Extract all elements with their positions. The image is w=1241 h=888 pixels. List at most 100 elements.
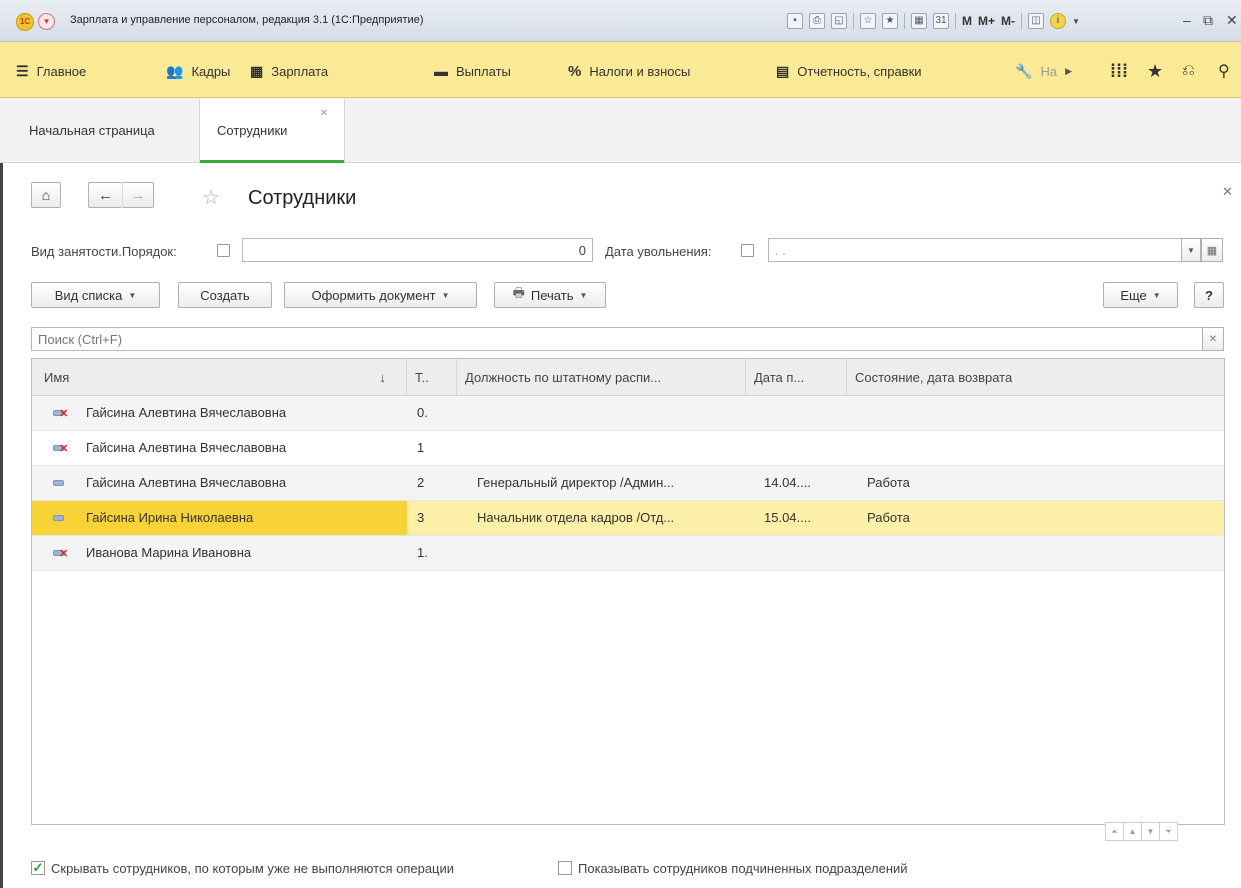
all-functions-icon[interactable]: ⁞⁞⁞ (1110, 61, 1128, 81)
employees-table: Имя ↓ Т.. Должность по штатному распи...… (31, 358, 1225, 825)
create-button[interactable]: Создать (178, 282, 272, 308)
chevron-down-icon: ▼ (1187, 245, 1195, 255)
tab-home[interactable]: Начальная страница (0, 98, 199, 162)
employee-dismissed-icon: ✕ (53, 409, 68, 420)
tab-employees[interactable]: Сотрудники ✕ (199, 98, 345, 163)
favorite-star-icon[interactable]: ☆ (202, 185, 220, 210)
list-view-button[interactable]: Вид списка ▼ (31, 282, 160, 308)
memory-m-button[interactable]: M (962, 14, 972, 28)
arrow-left-icon: ← (98, 186, 113, 204)
memory-mminus-button[interactable]: M- (1001, 14, 1015, 28)
search-clear-button[interactable]: ✕ (1202, 327, 1224, 351)
window-title: Зарплата и управление персоналом, редакц… (70, 14, 424, 26)
wrench-icon: 🔧 (1015, 62, 1033, 79)
calculator-icon[interactable]: ▦ (911, 13, 927, 29)
employee-dismissed-icon: ✕ (53, 444, 68, 455)
toolbar-separator (904, 13, 905, 29)
filter-employment-field[interactable]: 0 (242, 238, 593, 262)
form-close-icon[interactable]: ✕ (1222, 184, 1233, 200)
titlebar-tools: ▪ ⎙ ◱ ☆ ★ ▦ 31 M M+ M- ◫ i ▼ (787, 11, 1080, 31)
minimize-icon[interactable]: – (1183, 12, 1191, 28)
favorites-star-icon[interactable]: ★ (1147, 61, 1163, 81)
history-icon[interactable]: ⎌ (1182, 62, 1195, 80)
hide-inactive-option[interactable]: ✓ Скрывать сотрудников, по которым уже н… (31, 859, 454, 877)
dismissal-calendar-button[interactable]: ▦ (1201, 238, 1223, 262)
cell-name: Гайсина Алевтина Вячеславовна (86, 475, 287, 490)
cell-name: Гайсина Ирина Николаевна (86, 510, 254, 525)
nav-salary[interactable]: ▦ Зарплата (250, 62, 328, 80)
cell-position (457, 431, 746, 465)
print-icon[interactable]: ⎙ (809, 13, 825, 29)
column-header-name[interactable]: Имя ↓ (32, 359, 407, 396)
employee-icon (53, 480, 64, 486)
chevron-down-icon: ▼ (441, 290, 450, 300)
cell-date (746, 396, 847, 430)
cell-state (847, 536, 1224, 570)
nav-reports-label: Отчетность, справки (797, 63, 922, 79)
list-view-label: Вид списка (54, 287, 123, 303)
sort-desc-icon: ↓ (379, 370, 387, 385)
calendar-icon[interactable]: 31 (933, 13, 949, 29)
nav-personnel[interactable]: 👥 Кадры (166, 62, 230, 80)
info-dropdown-icon[interactable]: ▼ (1072, 17, 1080, 26)
column-header-position[interactable]: Должность по штатному распи... (457, 359, 746, 396)
help-button[interactable]: ? (1194, 282, 1224, 308)
cell-state (847, 396, 1224, 430)
scroll-up-icon[interactable]: ▲ (1123, 822, 1142, 841)
forward-button[interactable]: → (122, 182, 154, 208)
memory-mplus-button[interactable]: M+ (978, 14, 995, 28)
home-button[interactable]: ⌂ (31, 182, 61, 208)
cell-date (746, 536, 847, 570)
table-row-selected[interactable]: Гайсина Ирина Николаевна 3 Начальник отд… (32, 501, 1224, 536)
make-document-label: Оформить документ (311, 287, 436, 303)
hide-inactive-checkbox[interactable]: ✓ (31, 861, 45, 875)
table-row[interactable]: Гайсина Алевтина Вячеславовна 2 Генераль… (32, 466, 1224, 501)
scroll-to-bottom-icon[interactable]: ⏷ (1159, 822, 1178, 841)
filter-employment-value: 0 (578, 242, 586, 258)
back-button[interactable]: ← (88, 182, 122, 208)
tab-close-icon[interactable]: ✕ (320, 108, 328, 119)
nav-main[interactable]: ☰ Главное (16, 62, 86, 80)
dismissal-dropdown-button[interactable]: ▼ (1181, 238, 1201, 262)
column-header-date-label: Дата п... (754, 370, 805, 385)
filter-dismissal-field[interactable]: . . (768, 238, 1201, 262)
filter-employment-checkbox[interactable] (217, 244, 230, 257)
favorites-icon[interactable]: ★ (882, 13, 898, 29)
column-header-t[interactable]: Т.. (407, 359, 457, 396)
nav-taxes[interactable]: % Налоги и взносы (568, 62, 690, 80)
page-title: Сотрудники (248, 187, 357, 209)
cell-position: Генеральный директор /Админ... (477, 475, 675, 490)
cell-date (746, 431, 847, 465)
column-header-date[interactable]: Дата п... (746, 359, 847, 396)
scroll-to-top-icon[interactable]: ⏶ (1105, 822, 1124, 841)
scroll-down-icon[interactable]: ▼ (1141, 822, 1160, 841)
restore-icon[interactable]: ⧉ (1203, 12, 1213, 29)
nav-reports[interactable]: ▤ Отчетность, справки (776, 62, 922, 80)
close-window-icon[interactable]: ✕ (1226, 12, 1238, 29)
nav-settings[interactable]: 🔧 На ▶ (1015, 62, 1072, 80)
preview-icon[interactable]: ◱ (831, 13, 847, 29)
add-favorite-icon[interactable]: ☆ (860, 13, 876, 29)
tab-home-label: Начальная страница (29, 123, 155, 138)
table-header: Имя ↓ Т.. Должность по штатному распи...… (32, 359, 1224, 396)
nav-payments[interactable]: ▬ Выплаты (434, 62, 511, 80)
show-subordinate-option[interactable]: Показывать сотрудников подчиненных подра… (558, 859, 908, 877)
nav-scroll-right-icon[interactable]: ▶ (1065, 66, 1072, 77)
cell-t: 1. (417, 545, 428, 560)
search-icon[interactable]: ⚲ (1218, 62, 1230, 80)
column-header-state[interactable]: Состояние, дата возврата (847, 359, 1224, 396)
window-layout-icon[interactable]: ◫ (1028, 13, 1045, 29)
print-button[interactable]: 🖶 Печать ▼ (494, 282, 606, 308)
make-document-button[interactable]: Оформить документ ▼ (284, 282, 477, 308)
main-menu-button[interactable]: ▾ (38, 13, 55, 30)
show-subordinate-checkbox[interactable] (558, 861, 572, 875)
people-icon: 👥 (166, 62, 184, 79)
search-input[interactable] (31, 327, 1203, 351)
filter-dismissal-checkbox[interactable] (741, 244, 754, 257)
info-icon[interactable]: i (1050, 13, 1067, 29)
table-row[interactable]: ✕ Гайсина Алевтина Вячеславовна 0. (32, 396, 1224, 431)
more-button[interactable]: Еще ▼ (1103, 282, 1178, 308)
save-icon[interactable]: ▪ (787, 13, 803, 29)
table-row[interactable]: ✕ Гайсина Алевтина Вячеславовна 1 (32, 431, 1224, 466)
table-row[interactable]: ✕ Иванова Марина Ивановна 1. (32, 536, 1224, 571)
